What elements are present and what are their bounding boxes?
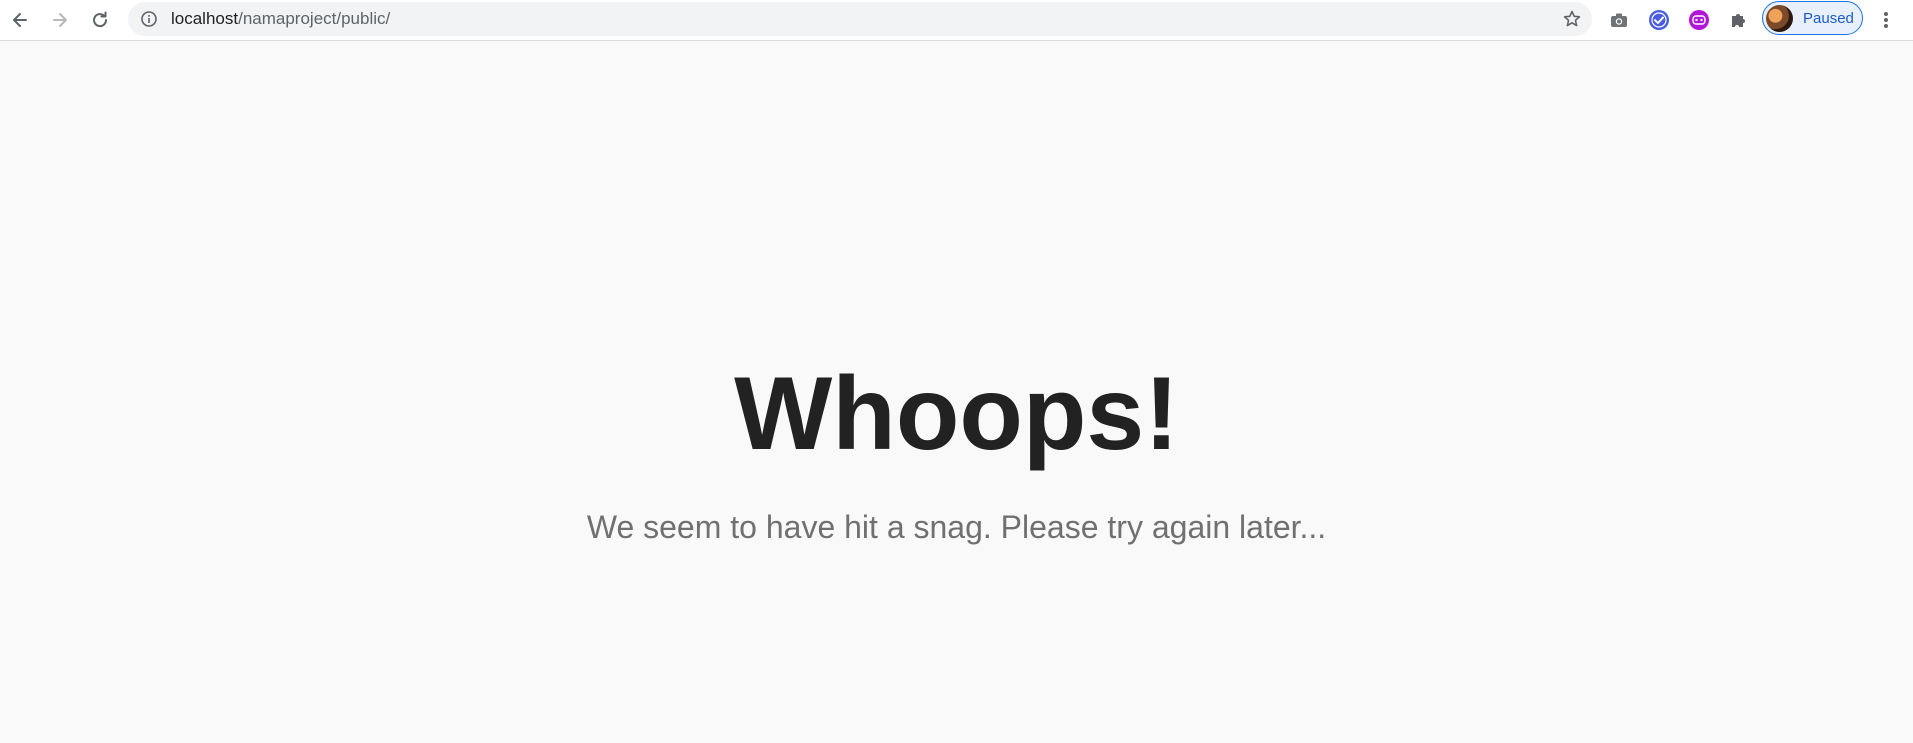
arrow-left-icon — [13, 13, 27, 27]
more-vertical-icon[interactable] — [1876, 5, 1896, 35]
url-text[interactable]: localhost/namaproject/public/ — [171, 10, 390, 28]
back-button[interactable] — [4, 4, 36, 36]
check-circle-icon[interactable] — [1646, 7, 1672, 33]
error-heading: Whoops! — [734, 356, 1179, 472]
camera-icon[interactable] — [1606, 7, 1632, 33]
browser-toolbar: localhost/namaproject/public/ Paused — [0, 0, 1913, 41]
profile-status-label: Paused — [1803, 9, 1854, 27]
profile-button[interactable]: Paused — [1762, 1, 1863, 35]
star-icon[interactable] — [1562, 9, 1582, 29]
url-host: localhost — [171, 9, 239, 28]
forward-button[interactable] — [44, 4, 76, 36]
reload-button[interactable] — [84, 4, 116, 36]
address-bar[interactable]: localhost/namaproject/public/ — [128, 2, 1592, 36]
face-icon[interactable] — [1686, 7, 1712, 33]
info-icon[interactable] — [140, 10, 158, 28]
puzzle-icon[interactable] — [1726, 7, 1752, 33]
reload-icon — [93, 11, 108, 28]
error-message: We seem to have hit a snag. Please try a… — [586, 509, 1327, 545]
url-path: /namaproject/public/ — [238, 9, 391, 28]
page-content: Whoops! We seem to have hit a snag. Plea… — [0, 41, 1913, 743]
arrow-right-icon — [53, 13, 67, 27]
avatar — [1766, 4, 1793, 32]
